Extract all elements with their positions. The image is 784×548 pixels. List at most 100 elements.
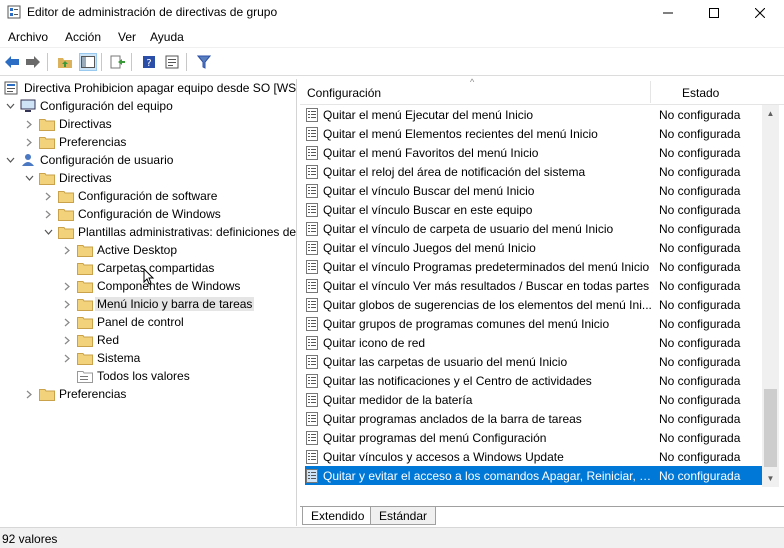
scroll-down-icon[interactable]: ▼ [762, 470, 779, 487]
tree-item[interactable]: Menú Inicio y barra de tareas [61, 295, 255, 313]
toolbar: ? [0, 49, 784, 76]
table-row[interactable]: Quitar el vínculo Buscar en este equipo N… [305, 200, 762, 219]
chevron-right-icon[interactable] [42, 205, 54, 223]
table-row[interactable]: Quitar las carpetas de usuario del menú … [305, 352, 762, 371]
chevron-right-icon[interactable] [61, 241, 73, 259]
show-tree-button[interactable] [79, 53, 97, 71]
tree-item[interactable]: Directiva Prohibicion apagar equipo desd… [4, 79, 296, 97]
user-icon [20, 153, 36, 167]
chevron-right-icon[interactable] [23, 133, 35, 151]
table-row[interactable]: Quitar icono de red No configurada [305, 333, 762, 352]
tab-extendido[interactable]: Extendido [302, 507, 374, 525]
chevron-right-icon[interactable] [42, 187, 54, 205]
tree-item[interactable]: Plantillas administrativas: definiciones… [42, 223, 296, 241]
menu-accion[interactable]: Acción [65, 30, 101, 44]
column-header-setting[interactable]: Configuración [307, 86, 381, 100]
column-header-state[interactable]: Estado [682, 86, 719, 100]
policy-setting-icon [306, 183, 318, 198]
table-row[interactable]: Quitar el menú Elementos recientes del m… [305, 124, 762, 143]
view-tabs: Extendido Estándar [300, 506, 784, 526]
setting-state: No configurada [659, 392, 741, 407]
tree-item[interactable]: Configuración de software [42, 187, 217, 205]
tree-item[interactable]: Directivas [23, 115, 112, 133]
tab-estandar[interactable]: Estándar [370, 507, 437, 525]
tree-item-label: Panel de control [97, 315, 184, 329]
table-row[interactable]: Quitar las notificaciones y el Centro de… [305, 371, 762, 390]
tree-item[interactable]: Sistema [61, 349, 140, 367]
folder-icon [77, 333, 93, 347]
properties-button[interactable] [163, 53, 181, 71]
tree-item[interactable]: Configuración de usuario [4, 151, 173, 169]
chevron-right-icon[interactable] [61, 295, 73, 313]
policy-setting-icon [306, 202, 318, 217]
tree-item[interactable]: Carpetas compartidas [61, 259, 214, 277]
settings-list: Quitar el menú Ejecutar del menú Inicio N… [300, 105, 762, 485]
forward-button[interactable] [24, 53, 42, 71]
setting-state: No configurada [659, 449, 741, 464]
chevron-down-icon[interactable] [4, 151, 16, 169]
help-button[interactable]: ? [140, 53, 158, 71]
export-list-button[interactable] [109, 53, 127, 71]
menu-archivo[interactable]: Archivo [8, 30, 48, 44]
scroll-up-icon[interactable]: ▲ [762, 105, 779, 122]
policy-setting-icon [306, 259, 318, 274]
policy-setting-icon [306, 126, 318, 141]
chevron-right-icon[interactable] [23, 385, 35, 403]
chevron-right-icon[interactable] [23, 115, 35, 133]
tree-item[interactable]: Red [61, 331, 119, 349]
policy-setting-icon [306, 392, 318, 407]
tree-item[interactable]: Configuración de Windows [42, 205, 221, 223]
table-row[interactable]: Quitar programas anclados de la barra de… [305, 409, 762, 428]
setting-name: Quitar globos de sugerencias de los elem… [323, 297, 652, 312]
table-row[interactable]: Quitar grupos de programas comunes del m… [305, 314, 762, 333]
table-row[interactable]: Quitar el vínculo Juegos del menú Inicio… [305, 238, 762, 257]
chevron-down-icon[interactable] [42, 223, 54, 241]
setting-state: No configurada [659, 221, 741, 236]
table-row[interactable]: Quitar programas del menú Configuración N… [305, 428, 762, 447]
table-row[interactable]: Quitar medidor de la batería No configura… [305, 390, 762, 409]
table-row[interactable]: Quitar el vínculo de carpeta de usuario … [305, 219, 762, 238]
chevron-down-icon[interactable] [23, 169, 35, 187]
setting-name: Quitar programas anclados de la barra de… [323, 411, 582, 426]
tree-item[interactable]: Preferencias [23, 385, 126, 403]
up-folder-button[interactable] [56, 53, 74, 71]
table-row[interactable]: Quitar el reloj del área de notificación… [305, 162, 762, 181]
minimize-button[interactable] [645, 0, 691, 26]
scroll-thumb[interactable] [764, 389, 777, 467]
table-row[interactable]: Quitar vínculos y accesos a Windows Upda… [305, 447, 762, 466]
column-divider[interactable] [650, 81, 651, 103]
chevron-right-icon[interactable] [61, 349, 73, 367]
tree-item[interactable]: Directivas [23, 169, 112, 187]
folder-icon [58, 189, 74, 203]
setting-state: No configurada [659, 240, 741, 255]
table-row[interactable]: Quitar y evitar el acceso a los comandos… [305, 466, 762, 485]
tree-item-label: Configuración del equipo [40, 99, 173, 113]
setting-state: No configurada [659, 164, 741, 179]
tree-item[interactable]: Panel de control [61, 313, 184, 331]
table-row[interactable]: Quitar el vínculo Ver más resultados / B… [305, 276, 762, 295]
table-row[interactable]: Quitar el menú Ejecutar del menú Inicio N… [305, 105, 762, 124]
table-row[interactable]: Quitar globos de sugerencias de los elem… [305, 295, 762, 314]
table-row[interactable]: Quitar el menú Favoritos del menú Inicio… [305, 143, 762, 162]
tree-item[interactable]: Preferencias [23, 133, 126, 151]
vertical-scrollbar[interactable]: ▲ ▼ [762, 105, 779, 487]
menu-ayuda[interactable]: Ayuda [150, 30, 184, 44]
close-button[interactable] [737, 0, 783, 26]
chevron-right-icon[interactable] [61, 277, 73, 295]
tree-item[interactable]: Todos los valores [61, 367, 190, 385]
table-row[interactable]: Quitar el vínculo Programas predetermina… [305, 257, 762, 276]
policy-setting-icon [306, 164, 318, 179]
chevron-right-icon[interactable] [61, 313, 73, 331]
tree-item[interactable]: Active Desktop [61, 241, 177, 259]
chevron-down-icon[interactable] [4, 97, 16, 115]
tree-item-label: Todos los valores [97, 369, 190, 383]
help-icon: ? [143, 56, 155, 69]
folder-icon [77, 351, 93, 365]
back-button[interactable] [3, 53, 21, 71]
chevron-right-icon[interactable] [61, 331, 73, 349]
maximize-button[interactable] [691, 0, 737, 26]
tree-item[interactable]: Configuración del equipo [4, 97, 173, 115]
table-row[interactable]: Quitar el vínculo Buscar del menú Inicio… [305, 181, 762, 200]
filter-button[interactable] [195, 53, 213, 71]
menu-ver[interactable]: Ver [118, 30, 136, 44]
